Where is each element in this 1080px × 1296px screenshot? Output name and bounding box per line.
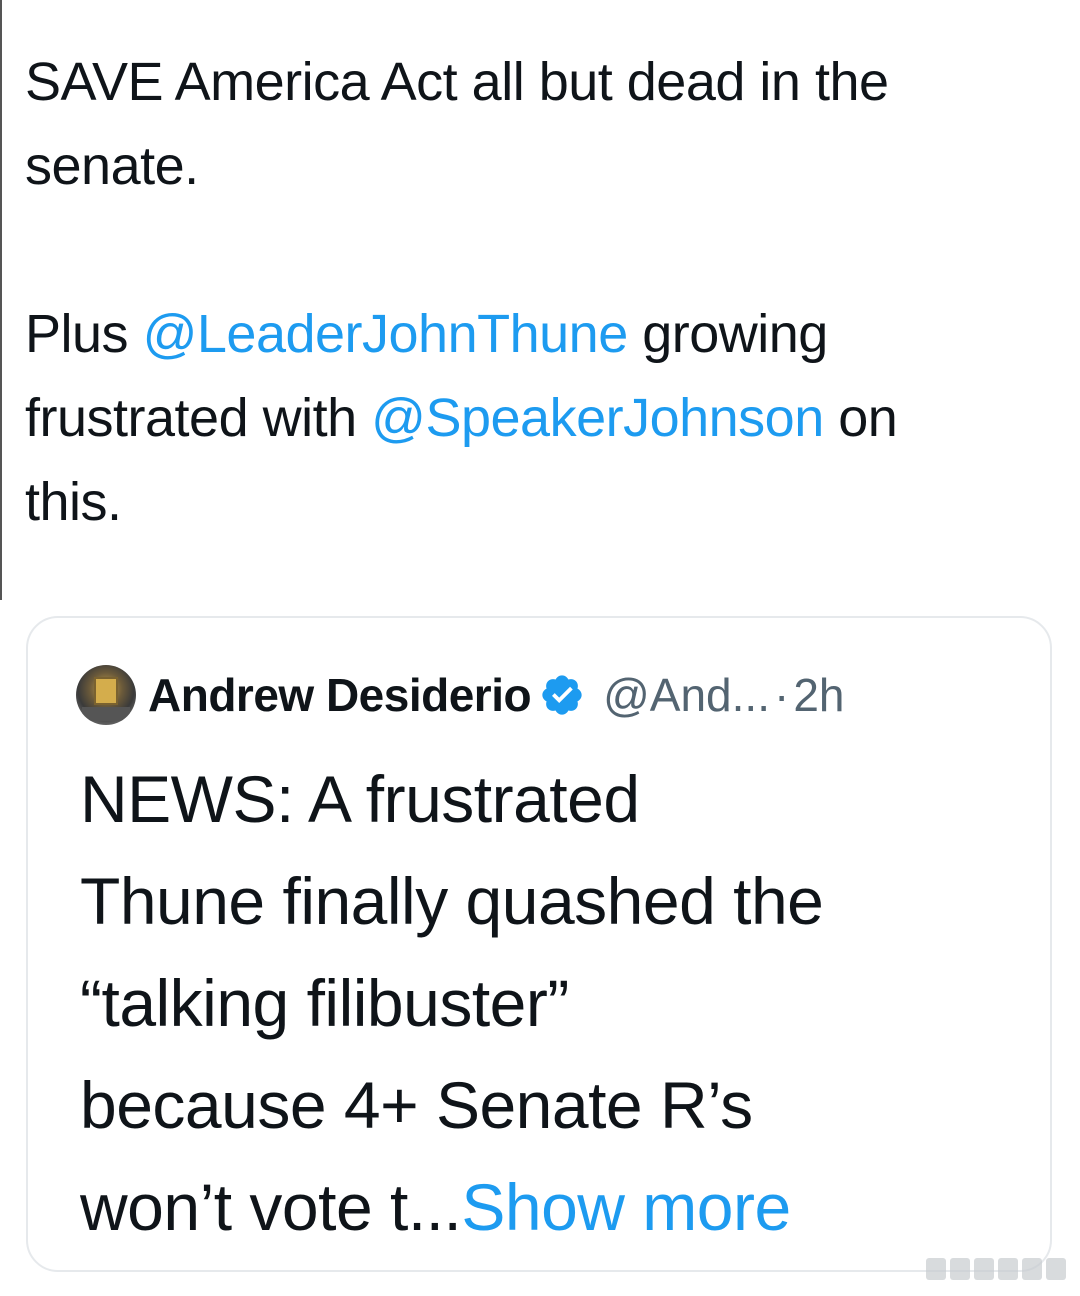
quote-line-truncated: won’t vote t... xyxy=(80,1170,462,1244)
tweet-text-segment: on xyxy=(823,388,898,448)
verified-badge-icon xyxy=(542,675,582,715)
watermark-mark xyxy=(926,1258,946,1280)
author-name[interactable]: Andrew Desiderio xyxy=(148,668,532,722)
tweet-line: Plus @LeaderJohnThune growing xyxy=(25,292,1065,376)
tweet-text: SAVE America Act all but dead in the sen… xyxy=(25,40,1065,544)
tweet-timestamp[interactable]: 2h xyxy=(793,668,844,722)
quoted-tweet-card[interactable]: Andrew Desiderio @And... · 2h NEWS: A fr… xyxy=(26,616,1052,1272)
tweet-line: senate. xyxy=(25,124,1065,208)
tweet-text-segment: this. xyxy=(25,472,122,532)
tweet-text-segment: growing xyxy=(627,304,828,364)
tweet-line: this. xyxy=(25,460,1065,544)
watermark xyxy=(926,1258,1066,1280)
watermark-mark xyxy=(974,1258,994,1280)
quote-line: Thune finally quashed the xyxy=(80,864,824,938)
tweet-text-segment: senate. xyxy=(25,136,199,196)
quote-line: “talking filibuster” xyxy=(80,966,569,1040)
show-more-link[interactable]: Show more xyxy=(461,1170,791,1244)
author-avatar[interactable] xyxy=(76,665,136,725)
mention-link-leaderjohnthune[interactable]: @LeaderJohnThune xyxy=(143,304,629,364)
quote-line: NEWS: A frustrated xyxy=(80,762,640,836)
quoted-tweet-header: Andrew Desiderio @And... · 2h xyxy=(76,664,844,726)
separator-dot: · xyxy=(773,669,790,721)
watermark-mark xyxy=(950,1258,970,1280)
tweet-line: frustrated with @SpeakerJohnson on xyxy=(25,376,1065,460)
tweet-line: SAVE America Act all but dead in the xyxy=(25,40,1065,124)
watermark-mark xyxy=(1022,1258,1042,1280)
author-handle[interactable]: @And... xyxy=(603,668,770,722)
quoted-tweet-body: NEWS: A frustrated Thune finally quashed… xyxy=(80,748,1020,1258)
quote-line: because 4+ Senate R’s xyxy=(80,1068,753,1142)
watermark-mark xyxy=(998,1258,1018,1280)
mention-link-speakerjohnson[interactable]: @SpeakerJohnson xyxy=(371,388,824,448)
watermark-mark xyxy=(1046,1258,1066,1280)
tweet-text-segment: Plus xyxy=(25,304,143,364)
tweet-text-segment: frustrated with xyxy=(25,388,372,448)
frame-edge xyxy=(0,0,2,600)
tweet-text-segment: SAVE America Act all but dead in the xyxy=(25,52,889,112)
quote-line-last: won’t vote t...Show more xyxy=(80,1156,1020,1258)
